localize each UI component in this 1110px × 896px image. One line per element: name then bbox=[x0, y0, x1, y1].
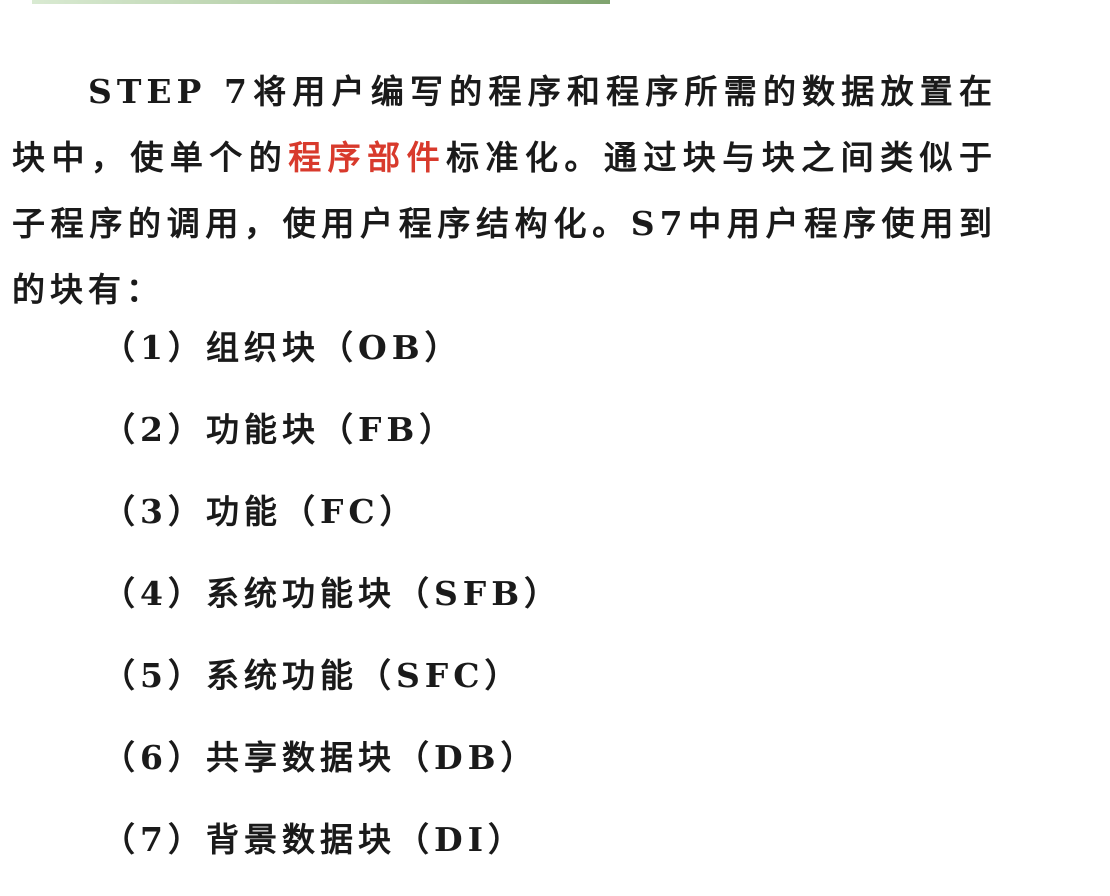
list-item-fb: （2）功能块（FB） bbox=[102, 410, 458, 449]
top-accent-bar bbox=[32, 0, 610, 4]
slide: STEP 7将用户编写的程序和程序所需的数据放置在块中，使单个的程序部件标准化。… bbox=[0, 0, 1110, 896]
list-item-ob: （1）组织块（OB） bbox=[102, 328, 463, 367]
list-item-db: （6）共享数据块（DB） bbox=[102, 738, 539, 777]
intro-paragraph: STEP 7将用户编写的程序和程序所需的数据放置在块中，使单个的程序部件标准化。… bbox=[12, 59, 997, 323]
highlighted-term: 程序部件 bbox=[288, 138, 447, 177]
list-item-fc: （3）功能（FC） bbox=[102, 492, 418, 531]
list-item-sfc: （5）系统功能（SFC） bbox=[102, 656, 523, 695]
list-item-sfb: （4）系统功能块（SFB） bbox=[102, 574, 563, 613]
list-item-di: （7）背景数据块（DI） bbox=[102, 820, 527, 859]
block-type-list: （1）组织块（OB） （2）功能块（FB） （3）功能（FC） （4）系统功能块… bbox=[102, 318, 562, 892]
